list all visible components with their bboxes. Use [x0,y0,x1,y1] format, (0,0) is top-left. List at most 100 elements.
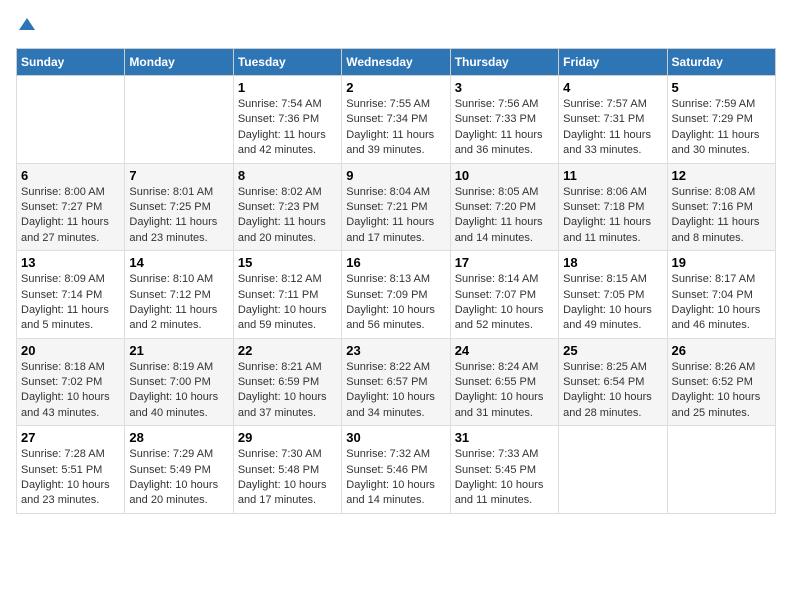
day-info: Sunrise: 8:01 AM Sunset: 7:25 PM Dayligh… [129,185,228,247]
day-info: Sunrise: 7:32 AM Sunset: 5:46 PM Dayligh… [346,447,445,509]
sunset-text: Sunset: 7:00 PM [129,376,210,388]
daylight-text: Daylight: 11 hours and 30 minutes. [672,129,760,156]
day-number: 17 [455,255,554,270]
calendar-cell: 20 Sunrise: 8:18 AM Sunset: 7:02 PM Dayl… [17,338,125,426]
calendar-cell: 11 Sunrise: 8:06 AM Sunset: 7:18 PM Dayl… [559,163,667,251]
sunrise-text: Sunrise: 8:19 AM [129,361,213,373]
day-number: 4 [563,80,662,95]
day-number: 7 [129,168,228,183]
sunrise-text: Sunrise: 8:21 AM [238,361,322,373]
day-number: 2 [346,80,445,95]
day-number: 3 [455,80,554,95]
day-info: Sunrise: 7:33 AM Sunset: 5:45 PM Dayligh… [455,447,554,509]
calendar-cell: 9 Sunrise: 8:04 AM Sunset: 7:21 PM Dayli… [342,163,450,251]
daylight-text: Daylight: 11 hours and 27 minutes. [21,216,109,243]
day-number: 21 [129,343,228,358]
sunset-text: Sunset: 6:54 PM [563,376,644,388]
calendar-cell: 3 Sunrise: 7:56 AM Sunset: 7:33 PM Dayli… [450,76,558,164]
sunrise-text: Sunrise: 8:17 AM [672,273,756,285]
daylight-text: Daylight: 11 hours and 20 minutes. [238,216,326,243]
sunrise-text: Sunrise: 8:14 AM [455,273,539,285]
calendar-cell: 29 Sunrise: 7:30 AM Sunset: 5:48 PM Dayl… [233,426,341,514]
day-number: 16 [346,255,445,270]
calendar-cell: 5 Sunrise: 7:59 AM Sunset: 7:29 PM Dayli… [667,76,775,164]
sunrise-text: Sunrise: 8:08 AM [672,186,756,198]
day-number: 18 [563,255,662,270]
daylight-text: Daylight: 10 hours and 11 minutes. [455,479,544,506]
calendar-cell: 24 Sunrise: 8:24 AM Sunset: 6:55 PM Dayl… [450,338,558,426]
daylight-text: Daylight: 11 hours and 17 minutes. [346,216,434,243]
sunset-text: Sunset: 7:31 PM [563,113,644,125]
calendar-cell: 23 Sunrise: 8:22 AM Sunset: 6:57 PM Dayl… [342,338,450,426]
sunset-text: Sunset: 7:21 PM [346,201,427,213]
sunset-text: Sunset: 7:29 PM [672,113,753,125]
day-number: 11 [563,168,662,183]
weekday-header-thursday: Thursday [450,49,558,76]
calendar-cell: 8 Sunrise: 8:02 AM Sunset: 7:23 PM Dayli… [233,163,341,251]
calendar-cell: 2 Sunrise: 7:55 AM Sunset: 7:34 PM Dayli… [342,76,450,164]
sunset-text: Sunset: 7:34 PM [346,113,427,125]
day-number: 8 [238,168,337,183]
calendar-cell: 16 Sunrise: 8:13 AM Sunset: 7:09 PM Dayl… [342,251,450,339]
calendar-cell: 31 Sunrise: 7:33 AM Sunset: 5:45 PM Dayl… [450,426,558,514]
day-info: Sunrise: 7:28 AM Sunset: 5:51 PM Dayligh… [21,447,120,509]
sunset-text: Sunset: 7:05 PM [563,289,644,301]
calendar-cell: 4 Sunrise: 7:57 AM Sunset: 7:31 PM Dayli… [559,76,667,164]
daylight-text: Daylight: 11 hours and 14 minutes. [455,216,543,243]
sunset-text: Sunset: 6:55 PM [455,376,536,388]
daylight-text: Daylight: 10 hours and 59 minutes. [238,304,327,331]
day-number: 14 [129,255,228,270]
calendar-cell [125,76,233,164]
logo [16,16,38,36]
daylight-text: Daylight: 10 hours and 25 minutes. [672,391,761,418]
sunset-text: Sunset: 7:23 PM [238,201,319,213]
calendar-cell [17,76,125,164]
day-number: 29 [238,430,337,445]
day-info: Sunrise: 8:12 AM Sunset: 7:11 PM Dayligh… [238,272,337,334]
sunrise-text: Sunrise: 8:01 AM [129,186,213,198]
day-info: Sunrise: 7:56 AM Sunset: 7:33 PM Dayligh… [455,97,554,159]
sunset-text: Sunset: 7:27 PM [21,201,102,213]
daylight-text: Daylight: 11 hours and 23 minutes. [129,216,217,243]
day-info: Sunrise: 8:15 AM Sunset: 7:05 PM Dayligh… [563,272,662,334]
sunset-text: Sunset: 6:52 PM [672,376,753,388]
daylight-text: Daylight: 10 hours and 34 minutes. [346,391,435,418]
day-info: Sunrise: 8:02 AM Sunset: 7:23 PM Dayligh… [238,185,337,247]
sunset-text: Sunset: 6:57 PM [346,376,427,388]
sunrise-text: Sunrise: 7:55 AM [346,98,430,110]
day-info: Sunrise: 8:05 AM Sunset: 7:20 PM Dayligh… [455,185,554,247]
calendar-cell: 21 Sunrise: 8:19 AM Sunset: 7:00 PM Dayl… [125,338,233,426]
sunrise-text: Sunrise: 8:26 AM [672,361,756,373]
sunrise-text: Sunrise: 8:04 AM [346,186,430,198]
day-info: Sunrise: 7:57 AM Sunset: 7:31 PM Dayligh… [563,97,662,159]
day-info: Sunrise: 7:59 AM Sunset: 7:29 PM Dayligh… [672,97,771,159]
calendar-cell: 14 Sunrise: 8:10 AM Sunset: 7:12 PM Dayl… [125,251,233,339]
sunrise-text: Sunrise: 7:28 AM [21,448,105,460]
daylight-text: Daylight: 11 hours and 5 minutes. [21,304,109,331]
day-info: Sunrise: 8:13 AM Sunset: 7:09 PM Dayligh… [346,272,445,334]
day-number: 20 [21,343,120,358]
day-info: Sunrise: 8:00 AM Sunset: 7:27 PM Dayligh… [21,185,120,247]
day-info: Sunrise: 8:17 AM Sunset: 7:04 PM Dayligh… [672,272,771,334]
sunset-text: Sunset: 6:59 PM [238,376,319,388]
calendar-cell: 1 Sunrise: 7:54 AM Sunset: 7:36 PM Dayli… [233,76,341,164]
sunset-text: Sunset: 5:49 PM [129,464,210,476]
sunrise-text: Sunrise: 7:33 AM [455,448,539,460]
calendar-cell: 19 Sunrise: 8:17 AM Sunset: 7:04 PM Dayl… [667,251,775,339]
sunset-text: Sunset: 7:16 PM [672,201,753,213]
sunset-text: Sunset: 7:20 PM [455,201,536,213]
sunrise-text: Sunrise: 8:25 AM [563,361,647,373]
calendar-cell: 7 Sunrise: 8:01 AM Sunset: 7:25 PM Dayli… [125,163,233,251]
calendar-cell: 18 Sunrise: 8:15 AM Sunset: 7:05 PM Dayl… [559,251,667,339]
day-number: 24 [455,343,554,358]
sunset-text: Sunset: 5:48 PM [238,464,319,476]
sunrise-text: Sunrise: 8:00 AM [21,186,105,198]
sunrise-text: Sunrise: 8:24 AM [455,361,539,373]
sunset-text: Sunset: 5:46 PM [346,464,427,476]
sunset-text: Sunset: 7:18 PM [563,201,644,213]
day-info: Sunrise: 8:08 AM Sunset: 7:16 PM Dayligh… [672,185,771,247]
sunset-text: Sunset: 7:33 PM [455,113,536,125]
calendar-cell [667,426,775,514]
calendar-cell: 10 Sunrise: 8:05 AM Sunset: 7:20 PM Dayl… [450,163,558,251]
calendar-cell: 25 Sunrise: 8:25 AM Sunset: 6:54 PM Dayl… [559,338,667,426]
